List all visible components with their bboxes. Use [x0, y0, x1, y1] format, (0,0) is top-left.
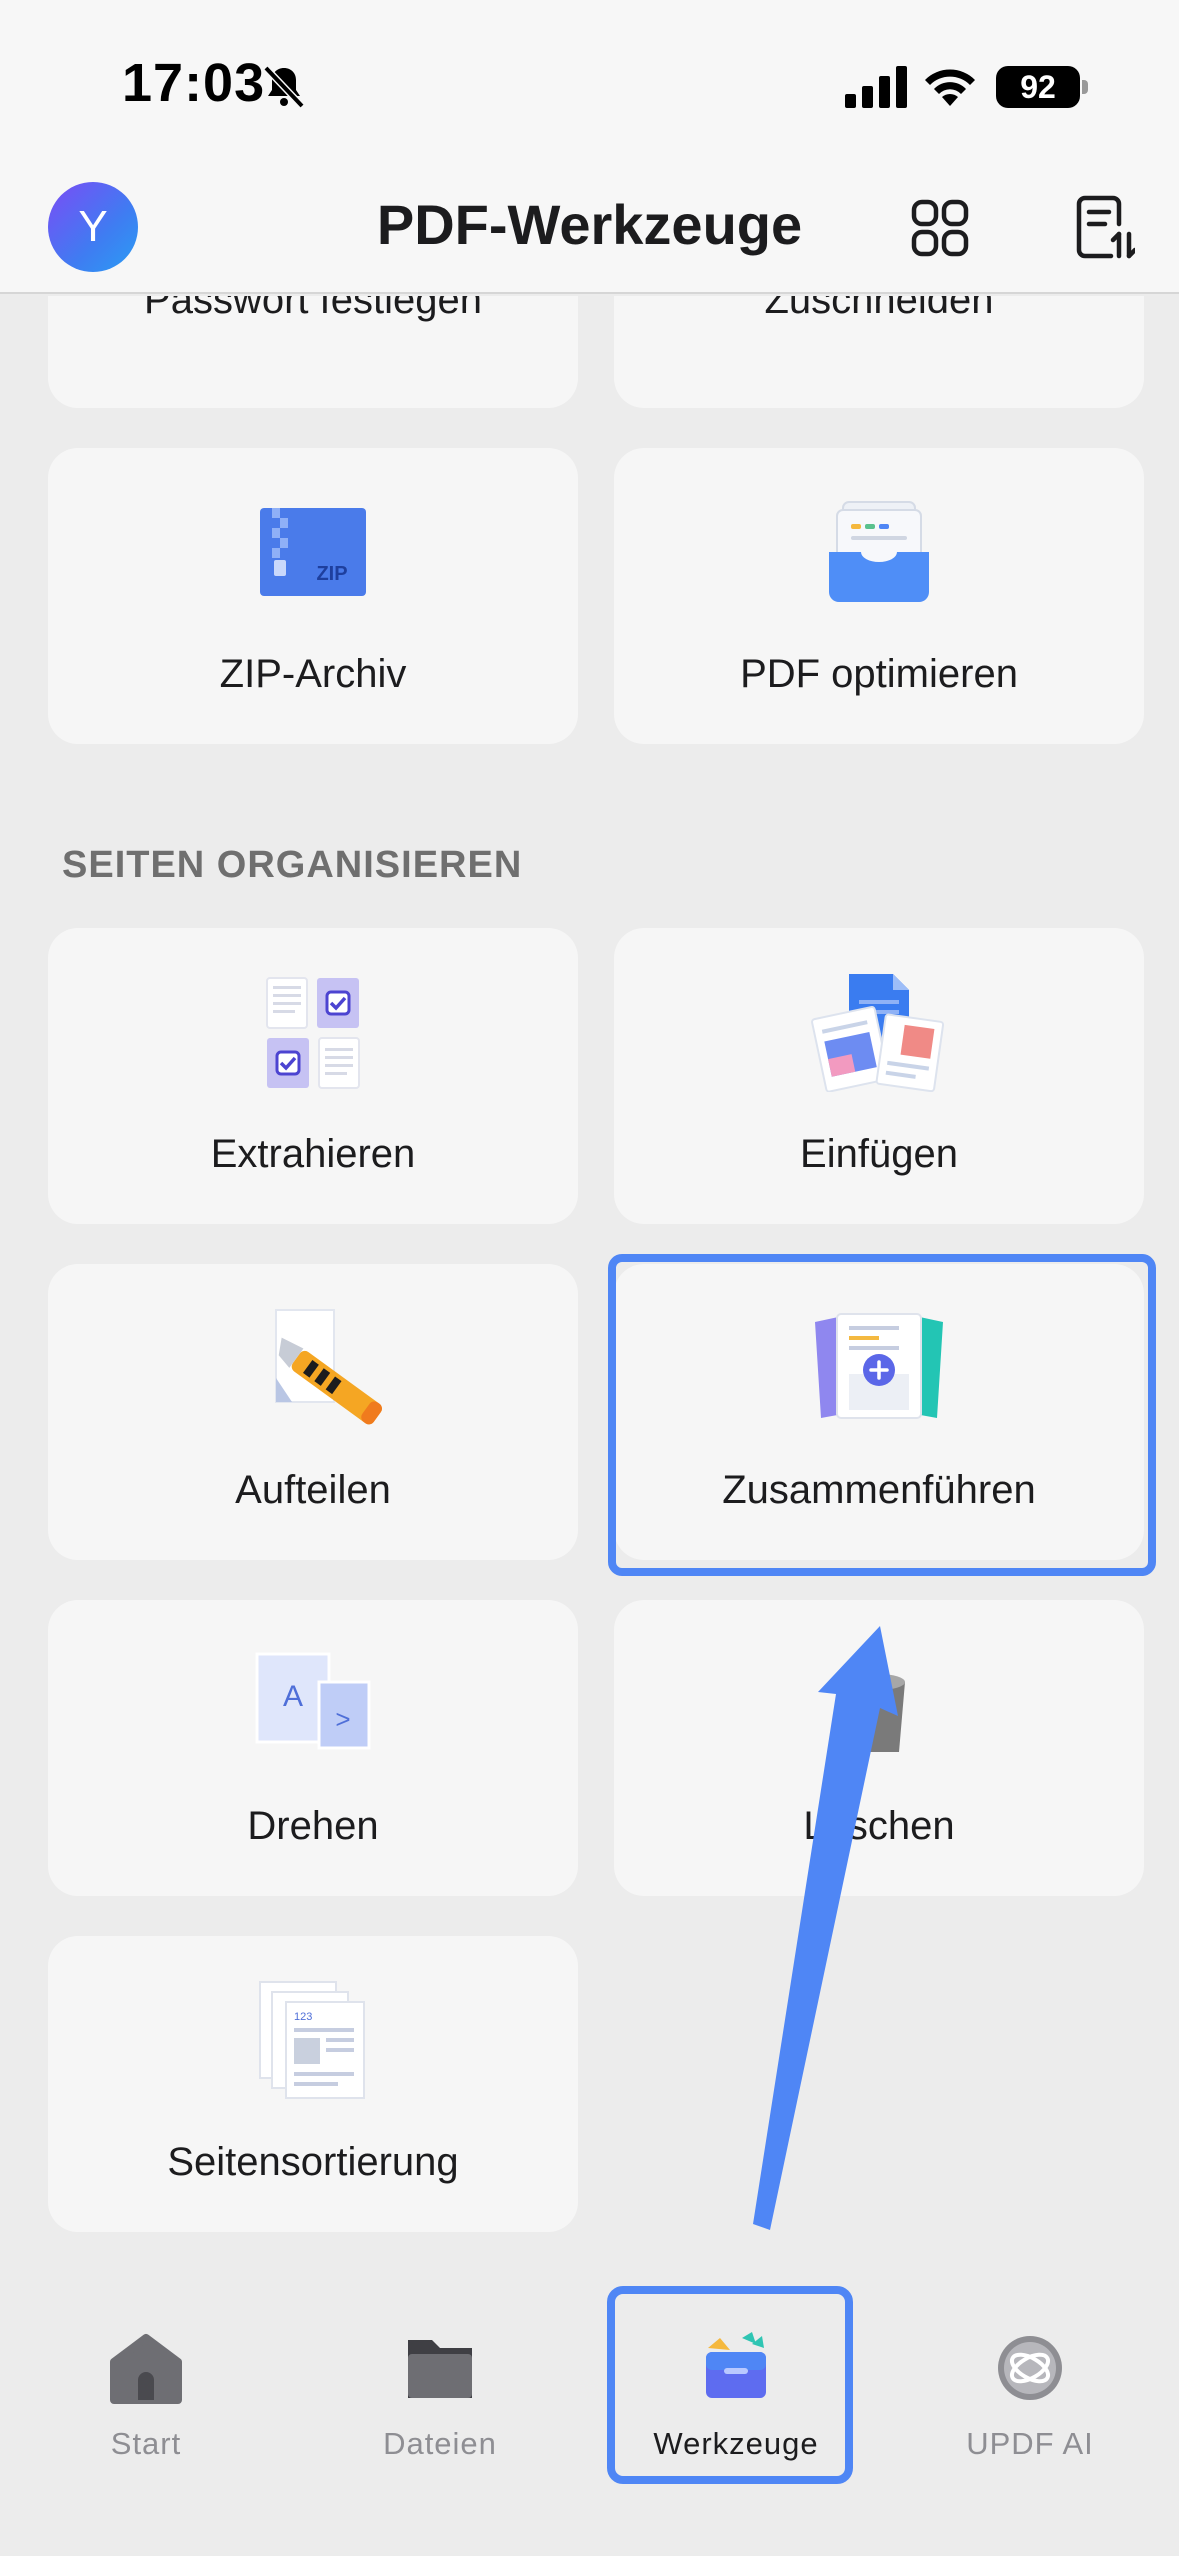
tool-label: Aufteilen: [235, 1468, 391, 1512]
tool-password-card[interactable]: Passwort festlegen: [48, 296, 578, 408]
tab-label: Start: [110, 2426, 182, 2461]
svg-text:A: A: [283, 1680, 303, 1713]
tools-tab-highlight-annotation: [607, 2286, 853, 2484]
tool-zip-card[interactable]: ZIP ZIP-Archiv: [48, 448, 578, 744]
tool-optimize-card[interactable]: PDF optimieren: [614, 448, 1144, 744]
battery-cap: [1082, 80, 1088, 94]
tab-start[interactable]: Start: [26, 2240, 266, 2556]
ai-logo-icon: [998, 2336, 1062, 2400]
tool-insert-card[interactable]: Einfügen: [614, 928, 1144, 1224]
tool-label: Einfügen: [800, 1132, 958, 1176]
rotate-page-icon: A >: [255, 1652, 371, 1750]
tab-updf-ai[interactable]: UPDF AI: [910, 2240, 1150, 2556]
tool-label: PDF optimieren: [740, 652, 1018, 696]
folder-icon: [408, 2340, 472, 2398]
zip-archive-icon: ZIP: [260, 508, 366, 596]
tab-label: UPDF AI: [966, 2426, 1094, 2461]
tool-split-card[interactable]: Aufteilen: [48, 1264, 578, 1560]
stacked-pages-icon: 123: [259, 1981, 365, 2099]
status-time: 17:03: [122, 53, 266, 113]
house-icon: [110, 2334, 182, 2404]
section-title: SEITEN ORGANISIEREN: [62, 844, 523, 886]
tool-rotate-card[interactable]: A > Drehen: [48, 1600, 578, 1896]
insert-pages-icon: [811, 974, 945, 1092]
trash-can-icon: [853, 1655, 905, 1752]
grid-view-icon[interactable]: [910, 198, 970, 258]
zip-icon-text: ZIP: [316, 563, 347, 585]
tab-label: Dateien: [383, 2426, 497, 2461]
tool-label: Seitensortierung: [167, 2140, 459, 2184]
page-title: PDF-Werkzeuge: [376, 193, 803, 256]
tool-reorder-card[interactable]: 123 Seitensortierung: [48, 1936, 578, 2232]
app-screen: 17:03 92 Y PDF-Werkzeuge Passwort festle…: [0, 0, 1179, 2556]
bottom-tab-bar: Start Dateien Werkzeuge UPDF AI: [0, 2240, 1179, 2556]
bell-muted-icon: [263, 65, 305, 109]
tool-label: ZIP-Archiv: [219, 652, 407, 696]
svg-text:>: >: [335, 1704, 350, 1734]
tool-label: Passwort festlegen: [144, 296, 482, 322]
inbox-tray-icon: [829, 501, 929, 602]
cutter-knife-icon: [275, 1309, 382, 1425]
tool-delete-card[interactable]: Löschen: [614, 1600, 1144, 1896]
tool-extract-card[interactable]: Extrahieren: [48, 928, 578, 1224]
merge-highlight-annotation: [608, 1254, 1156, 1576]
status-bar: 17:03 92: [0, 0, 1179, 170]
battery-indicator: 92: [996, 66, 1080, 108]
tool-crop-card[interactable]: Zuschneiden: [614, 296, 1144, 408]
tools-scroll-area[interactable]: Passwort festlegen Zuschneiden ZIP ZIP-A…: [0, 296, 1179, 2240]
signal-icon: [845, 66, 907, 108]
document-sort-icon[interactable]: [1075, 194, 1135, 260]
tool-label: Drehen: [247, 1804, 379, 1848]
tool-label: Löschen: [803, 1804, 955, 1848]
top-navigation-bar: Y PDF-Werkzeuge: [0, 170, 1179, 294]
tool-label: Extrahieren: [210, 1132, 416, 1176]
tab-files[interactable]: Dateien: [320, 2240, 560, 2556]
svg-text:123: 123: [294, 2011, 312, 2023]
wifi-icon: [925, 69, 975, 106]
checklist-pages-icon: [266, 977, 360, 1089]
tool-label: Zuschneiden: [764, 296, 994, 322]
